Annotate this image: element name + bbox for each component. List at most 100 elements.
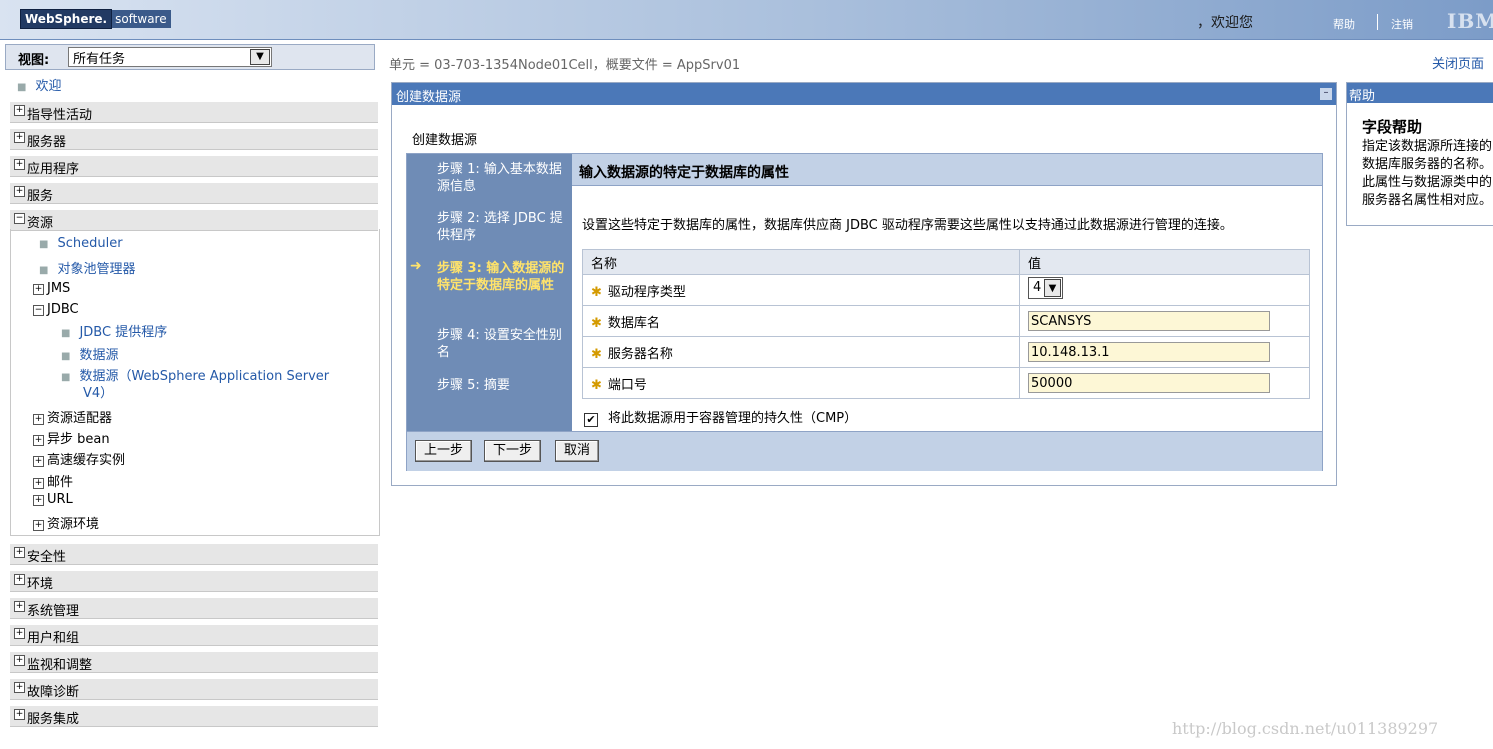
nav-item-label: 资源适配器 xyxy=(47,411,113,426)
navigation-tree: 视图: 所有任务 ▼ ■ 欢迎 + 指导性活动 + 服务器 + 应用程序 + 服务 − 资源… xyxy=(5,44,380,734)
nav-group-guided[interactable]: + 指导性活动 xyxy=(10,101,378,123)
nav-item-label: 邮件 xyxy=(47,475,74,490)
collapse-icon[interactable]: − xyxy=(14,213,25,224)
nav-item-label: JDBC xyxy=(47,302,79,317)
nav-group-troubleshooting[interactable]: + 故障诊断 xyxy=(10,678,378,700)
nav-group-system-admin[interactable]: + 系统管理 xyxy=(10,597,378,619)
nav-item-datasource-v4-cont[interactable]: V4） xyxy=(83,382,113,401)
nav-item-scheduler[interactable]: ■ Scheduler xyxy=(39,236,123,251)
bullet-icon: ■ xyxy=(61,372,71,383)
collapse-icon[interactable]: − xyxy=(33,305,44,316)
expand-icon[interactable]: + xyxy=(14,655,25,666)
cancel-button[interactable]: 取消 xyxy=(555,440,600,462)
property-name-cell: ✱ 驱动程序类型 xyxy=(582,274,1020,306)
table-row: ✱ 数据库名 SCANSYS xyxy=(582,305,1310,337)
nav-item-jdbc[interactable]: − JDBC xyxy=(33,302,79,317)
nav-item-datasource[interactable]: ■ 数据源 xyxy=(61,344,118,363)
help-link[interactable]: 帮助 xyxy=(1333,16,1355,32)
nav-item-async-bean[interactable]: + 异步 bean xyxy=(33,428,110,447)
nav-group-environment[interactable]: + 环境 xyxy=(10,570,378,592)
expand-icon[interactable]: + xyxy=(33,495,44,506)
description: 设置这些特定于数据库的属性，数据库供应商 JDBC 驱动程序需要这些属性以支持通… xyxy=(582,218,1233,233)
wizard-content: 输入数据源的特定于数据库的属性 设置这些特定于数据库的属性，数据库供应商 JDB… xyxy=(572,154,1322,431)
next-button[interactable]: 下一步 xyxy=(484,440,542,462)
logout-link[interactable]: 注销 xyxy=(1391,16,1413,32)
nav-item-mail[interactable]: + 邮件 xyxy=(33,471,73,490)
previous-button[interactable]: 上一步 xyxy=(415,440,473,462)
nav-group-servers[interactable]: + 服务器 xyxy=(10,128,378,150)
expand-icon[interactable]: + xyxy=(33,435,44,446)
watermark: http://blog.csdn.net/u011389297 xyxy=(1172,719,1439,738)
nav-group-label: 服务器 xyxy=(27,135,67,150)
step-5[interactable]: 步骤 5: 摘要 xyxy=(437,377,567,394)
nav-item-env[interactable]: + 资源环境 xyxy=(33,513,99,532)
bullet-icon: ■ xyxy=(61,351,71,362)
panel-subtitle: 创建数据源 xyxy=(412,133,478,148)
panel-title-bar: 创建数据源 – xyxy=(392,83,1336,105)
close-page-link[interactable]: 关闭页面 xyxy=(1432,53,1484,72)
expand-icon[interactable]: + xyxy=(33,520,44,531)
expand-icon[interactable]: + xyxy=(14,601,25,612)
nav-group-monitoring[interactable]: + 监视和调整 xyxy=(10,651,378,673)
port-number-input[interactable]: 50000 xyxy=(1028,373,1270,393)
property-value-cell: 10.148.13.1 xyxy=(1019,336,1310,368)
expand-icon[interactable]: + xyxy=(14,159,25,170)
expand-icon[interactable]: + xyxy=(14,709,25,720)
nav-group-label: 服务集成 xyxy=(27,712,80,727)
nav-group-label: 故障诊断 xyxy=(27,685,80,700)
nav-group-applications[interactable]: + 应用程序 xyxy=(10,155,378,177)
step-4[interactable]: 步骤 4: 设置安全性别名 xyxy=(437,327,567,361)
expand-icon[interactable]: + xyxy=(14,132,25,143)
expand-icon[interactable]: + xyxy=(14,574,25,585)
banner-divider xyxy=(1377,14,1378,30)
nav-group-label: 用户和组 xyxy=(27,631,80,646)
nav-item-cache[interactable]: + 高速缓存实例 xyxy=(33,449,125,468)
nav-item-label: URL xyxy=(47,492,73,507)
expand-icon[interactable]: + xyxy=(14,628,25,639)
property-name: 数据库名 xyxy=(607,315,660,331)
nav-group-users-groups[interactable]: + 用户和组 xyxy=(10,624,378,646)
table-row: ✱ 端口号 50000 xyxy=(582,367,1310,399)
server-name-input[interactable]: 10.148.13.1 xyxy=(1028,342,1270,362)
nav-item-object-pool[interactable]: ■ 对象池管理器 xyxy=(39,258,135,277)
expand-icon[interactable]: + xyxy=(14,105,25,116)
view-label: 视图: xyxy=(18,53,50,68)
nav-item-adapters[interactable]: + 资源适配器 xyxy=(33,407,112,426)
database-name-input[interactable]: SCANSYS xyxy=(1028,311,1270,331)
expand-icon[interactable]: + xyxy=(33,456,44,467)
nav-group-security[interactable]: + 安全性 xyxy=(10,543,378,565)
checkbox-checked-icon[interactable]: ✔ xyxy=(584,413,598,427)
step-2[interactable]: 步骤 2: 选择 JDBC 提供程序 xyxy=(437,210,567,244)
expand-icon[interactable]: + xyxy=(14,186,25,197)
bullet-icon: ■ xyxy=(61,328,71,339)
top-banner: WebSphere.software ，欢迎您 帮助 注销 IBM. xyxy=(0,0,1493,40)
nav-item-jdbc-provider[interactable]: ■ JDBC 提供程序 xyxy=(61,321,167,340)
view-select[interactable]: 所有任务 ▼ xyxy=(68,47,272,67)
required-icon: ✱ xyxy=(591,346,602,362)
chevron-down-icon[interactable]: ▼ xyxy=(250,49,270,65)
property-name: 端口号 xyxy=(607,377,647,393)
step-3-current: 步骤 3: 输入数据源的特定于数据库的属性 xyxy=(437,261,565,293)
expand-icon[interactable]: + xyxy=(33,478,44,489)
nav-item-label: JDBC 提供程序 xyxy=(79,325,168,340)
expand-icon[interactable]: + xyxy=(33,284,44,295)
minimize-icon[interactable]: – xyxy=(1320,88,1332,100)
property-name: 驱动程序类型 xyxy=(607,284,686,300)
nav-item-url[interactable]: + URL xyxy=(33,492,73,507)
nav-welcome[interactable]: ■ 欢迎 xyxy=(17,75,61,94)
expand-icon[interactable]: + xyxy=(33,414,44,425)
nav-group-service-integration[interactable]: + 服务集成 xyxy=(10,705,378,727)
nav-item-label: 高速缓存实例 xyxy=(47,453,126,468)
property-name: 服务器名称 xyxy=(607,346,673,362)
expand-icon[interactable]: + xyxy=(14,547,25,558)
step-1[interactable]: 步骤 1: 输入基本数据源信息 xyxy=(437,161,567,195)
nav-item-label: 异步 bean xyxy=(47,432,110,447)
bullet-icon: ■ xyxy=(39,265,49,276)
driver-type-select[interactable]: 4 ▼ xyxy=(1028,277,1063,299)
chevron-down-icon[interactable]: ▼ xyxy=(1044,279,1061,297)
nav-item-jms[interactable]: + JMS xyxy=(33,281,70,296)
nav-group-resources[interactable]: − 资源 xyxy=(10,209,378,231)
expand-icon[interactable]: + xyxy=(14,682,25,693)
nav-group-services[interactable]: + 服务 xyxy=(10,182,378,204)
cmp-option[interactable]: ✔ 将此数据源用于容器管理的持久性（CMP） xyxy=(584,407,857,427)
